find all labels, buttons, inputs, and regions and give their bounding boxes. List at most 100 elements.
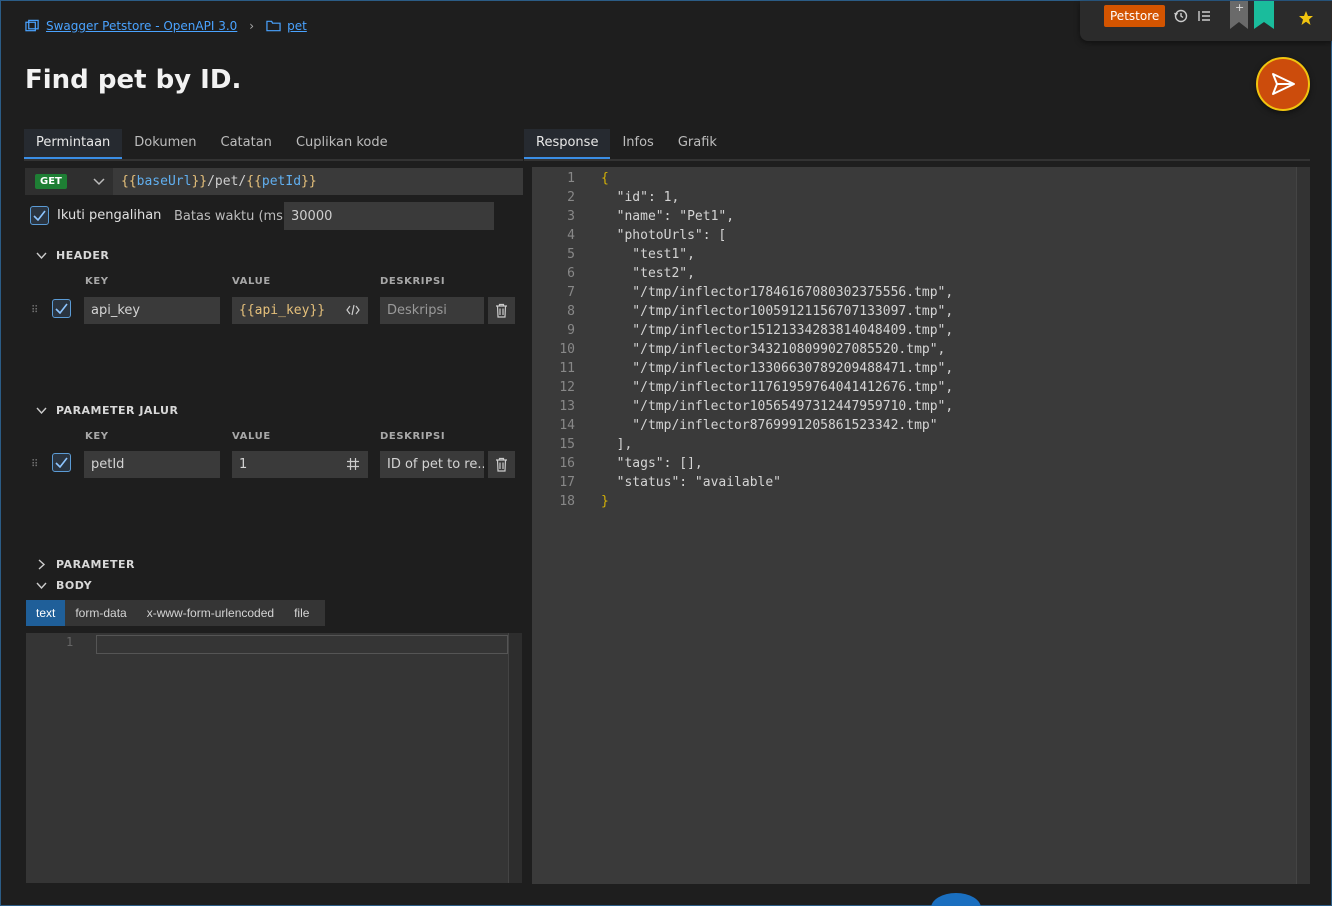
code-line: "/tmp/inflector11761959764041412676.tmp"… (601, 380, 954, 395)
history-icon[interactable] (1173, 8, 1189, 24)
response-line: 15 ], (532, 435, 953, 454)
code-line: "/tmp/inflector10059121156707133097.tmp"… (601, 304, 954, 319)
checkmark-icon (55, 457, 68, 468)
drag-handle-icon[interactable]: ⠿ (31, 305, 38, 316)
star-icon[interactable] (1298, 10, 1314, 26)
response-line: 5 "test1", (532, 245, 953, 264)
breadcrumb-folder-link[interactable]: pet (287, 19, 307, 33)
code-line: "status": "available" (601, 475, 782, 490)
environment-selector[interactable]: Petstore (1104, 5, 1166, 27)
header-desc-input[interactable]: Deskripsi (380, 297, 484, 324)
code-line: "/tmp/inflector10565497312447959710.tmp"… (601, 399, 954, 414)
tab-permintaan[interactable]: Permintaan (24, 129, 123, 159)
delete-header-button[interactable] (488, 297, 515, 324)
section-title: HEADER (56, 249, 110, 262)
response-line: 9 "/tmp/inflector15121334283814048409.tm… (532, 321, 953, 340)
line-number: 7 (567, 285, 575, 300)
url-input[interactable]: {{baseUrl}}/pet/{{petId}} (113, 174, 317, 189)
breadcrumb-collection-link[interactable]: Swagger Petstore - OpenAPI 3.0 (46, 19, 237, 33)
tab-catatan[interactable]: Catatan (209, 129, 284, 159)
floating-action-button[interactable] (931, 893, 981, 906)
code-line: "test2", (601, 266, 695, 281)
body-tab-urlencoded[interactable]: x-www-form-urlencoded (137, 600, 284, 626)
path-param-checkbox[interactable] (52, 453, 71, 472)
tab-response[interactable]: Response (524, 129, 611, 159)
tab-cuplikan-kode[interactable]: Cuplikan kode (284, 129, 400, 159)
send-icon (1272, 73, 1295, 95)
header-section-toggle[interactable]: HEADER (36, 249, 109, 262)
response-line: 7 "/tmp/inflector17846167080302375556.tm… (532, 283, 953, 302)
plus-label: + (1235, 1, 1245, 14)
bookmark-add-icon[interactable]: + (1230, 1, 1248, 29)
trash-icon (496, 457, 507, 472)
body-tab-form-data[interactable]: form-data (65, 600, 136, 626)
code-line: } (601, 494, 609, 509)
col-desc: DESKRIPSI (380, 276, 446, 287)
code-line: "/tmp/inflector15121334283814048409.tmp"… (601, 323, 954, 338)
col-key: KEY (85, 276, 109, 287)
send-request-button[interactable] (1256, 57, 1310, 111)
tab-infos[interactable]: Infos (610, 129, 665, 159)
response-line: 16 "tags": [], (532, 454, 953, 473)
method-selector[interactable]: GET (25, 168, 113, 195)
drag-handle-icon[interactable]: ⠿ (31, 459, 38, 470)
response-viewer[interactable]: 1{2 "id": 1, 3 "name": "Pet1", 4 "photoUrl… (532, 167, 1310, 884)
method-badge: GET (35, 174, 67, 189)
delete-path-param-button[interactable] (488, 451, 515, 478)
code-line: "/tmp/inflector3432108099027085520.tmp", (601, 342, 946, 357)
path-param-key-input[interactable]: petId (84, 451, 220, 478)
follow-redirects-row: Ikuti pengalihan (30, 206, 161, 225)
line-number: 1 (66, 635, 74, 649)
bookmark-icon[interactable] (1254, 1, 1274, 29)
col-key: KEY (85, 431, 109, 442)
response-scrollbar[interactable] (1296, 167, 1310, 884)
response-line: 6 "test2", (532, 264, 953, 283)
line-number: 13 (559, 399, 575, 414)
trash-icon (496, 303, 507, 318)
chevron-right-icon (38, 559, 46, 570)
code-line: "/tmp/inflector8769991205861523342.tmp" (601, 418, 938, 433)
body-section-toggle[interactable]: BODY (36, 579, 92, 592)
response-line: 12 "/tmp/inflector11761959764041412676.t… (532, 378, 953, 397)
response-tabs: Response Infos Grafik (524, 129, 1310, 161)
timeout-label: Batas waktu (ms) (174, 209, 289, 224)
path-param-desc-input[interactable]: ID of pet to re... (380, 451, 484, 478)
section-title: PARAMETER (56, 558, 135, 571)
hash-icon[interactable] (346, 457, 360, 471)
chevron-down-icon (36, 582, 47, 589)
response-line: 17 "status": "available" (532, 473, 953, 492)
chevron-down-icon (36, 407, 47, 414)
follow-redirects-checkbox[interactable] (30, 206, 49, 225)
body-tab-text[interactable]: text (26, 600, 66, 626)
col-desc: DESKRIPSI (380, 431, 446, 442)
code-line: "/tmp/inflector17846167080302375556.tmp"… (601, 285, 954, 300)
body-scrollbar[interactable] (508, 633, 522, 883)
tab-grafik[interactable]: Grafik (666, 129, 729, 159)
body-current-line[interactable] (96, 635, 508, 654)
response-code: 1{2 "id": 1, 3 "name": "Pet1", 4 "photoUrl… (532, 169, 953, 511)
response-line: 10 "/tmp/inflector3432108099027085520.tm… (532, 340, 953, 359)
top-toolbar: Petstore + (1080, 1, 1332, 41)
url-bar: GET {{baseUrl}}/pet/{{petId}} (25, 168, 523, 195)
params-section-toggle[interactable]: PARAMETER (36, 558, 135, 571)
header-row-checkbox[interactable] (52, 299, 71, 318)
response-line: 11 "/tmp/inflector13306630789209488471.t… (532, 359, 953, 378)
tab-dokumen[interactable]: Dokumen (122, 129, 208, 159)
col-value: VALUE (232, 276, 271, 287)
body-tab-file[interactable]: file (284, 600, 319, 626)
line-number: 10 (559, 342, 575, 357)
line-number: 2 (567, 190, 575, 205)
line-number: 15 (559, 437, 575, 452)
timeout-input[interactable] (284, 202, 494, 230)
code-icon[interactable] (346, 304, 360, 316)
code-line: "/tmp/inflector13306630789209488471.tmp"… (601, 361, 954, 376)
response-line: 8 "/tmp/inflector10059121156707133097.tm… (532, 302, 953, 321)
response-line: 1{ (532, 169, 953, 188)
collection-icon (25, 19, 39, 32)
response-line: 14 "/tmp/inflector8769991205861523342.tm… (532, 416, 953, 435)
list-icon[interactable] (1196, 8, 1212, 24)
header-key-input[interactable]: api_key (84, 297, 220, 324)
line-number: 14 (559, 418, 575, 433)
path-params-section-toggle[interactable]: PARAMETER JALUR (36, 404, 178, 417)
body-editor[interactable]: 1 (26, 633, 522, 883)
